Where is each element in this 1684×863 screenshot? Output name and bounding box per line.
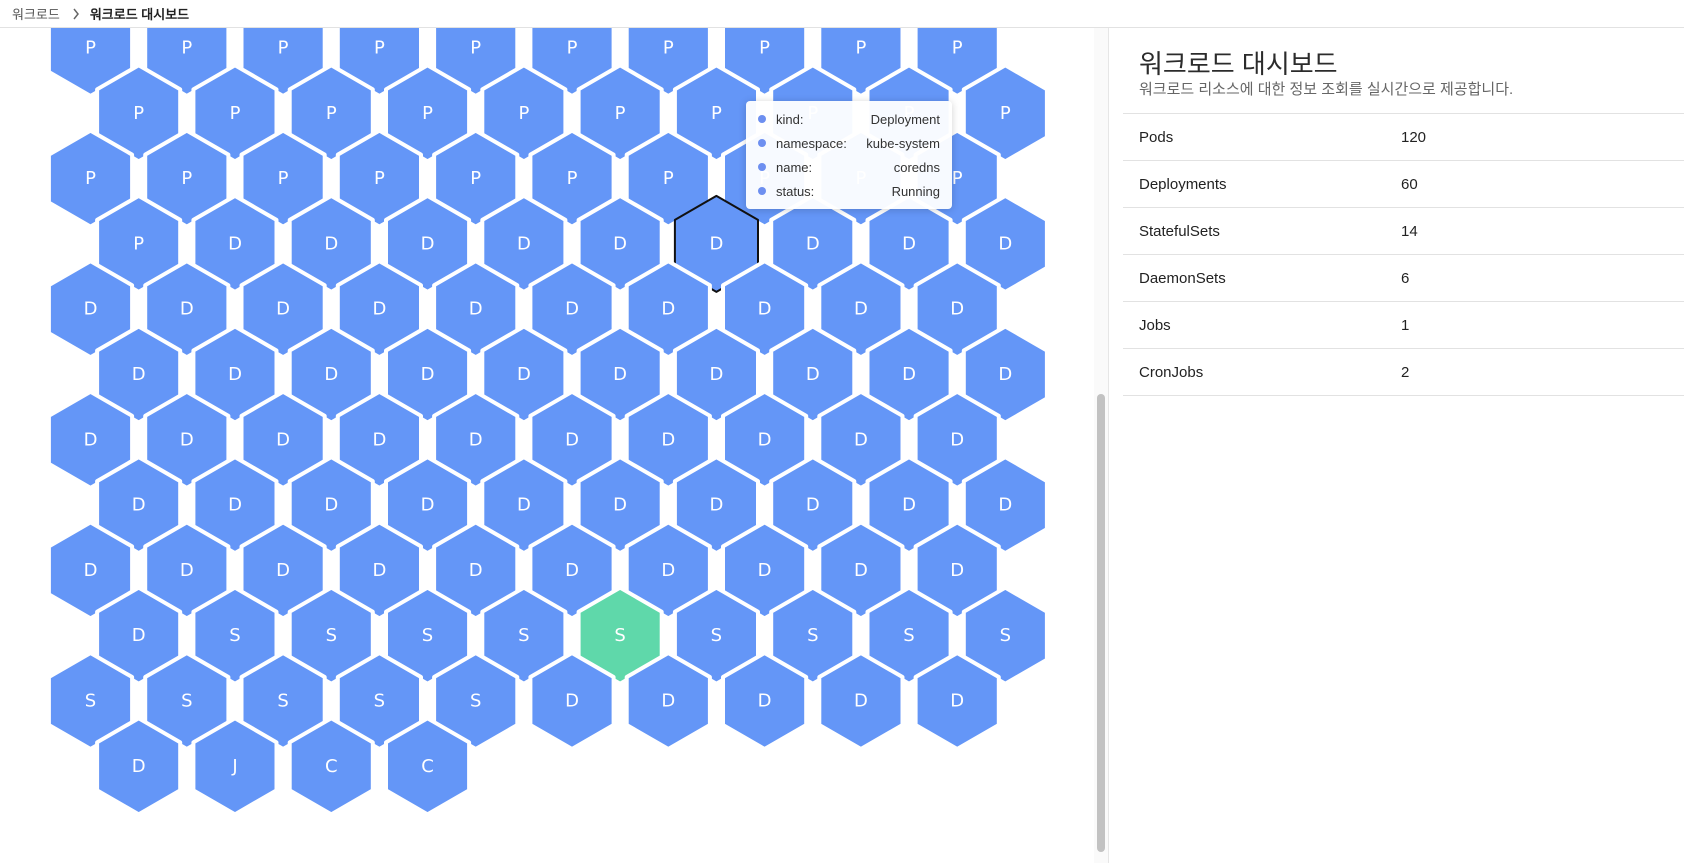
stat-row-daemonsets: DaemonSets 6 <box>1123 255 1684 302</box>
stat-row-statefulsets: StatefulSets 14 <box>1123 208 1684 255</box>
tooltip-value: Deployment <box>870 111 940 127</box>
stat-value: 2 <box>1401 363 1410 381</box>
tooltip-row-name: name: coredns <box>758 155 940 179</box>
chevron-right-icon <box>72 8 80 20</box>
stat-value: 1 <box>1401 316 1410 334</box>
tooltip-value: Running <box>891 183 940 199</box>
tooltip-dot-icon <box>758 139 766 147</box>
tooltip-dot-icon <box>758 115 766 123</box>
stat-value: 120 <box>1401 128 1427 146</box>
tooltip-dot-icon <box>758 163 766 171</box>
vertical-scrollbar[interactable] <box>1094 28 1108 863</box>
tooltip-row-status: status: Running <box>758 179 940 203</box>
breadcrumb: 워크로드 워크로드 대시보드 <box>0 0 1684 28</box>
tooltip-key: name: <box>776 159 813 175</box>
stat-value: 6 <box>1401 269 1410 287</box>
stat-label: StatefulSets <box>1139 222 1220 240</box>
resource-count-table: Pods 120 Deployments 60 StatefulSets 14 … <box>1123 113 1684 396</box>
tooltip-row-namespace: namespace: kube-system <box>758 131 940 155</box>
stat-value: 14 <box>1401 222 1418 240</box>
page-subtitle: 워크로드 리소스에 대한 정보 조회를 실시간으로 제공합니다. <box>1139 81 1514 98</box>
tooltip-value: kube-system <box>866 135 940 151</box>
stat-label: Jobs <box>1139 316 1171 334</box>
stat-row-deployments: Deployments 60 <box>1123 161 1684 208</box>
stat-row-pods: Pods 120 <box>1123 114 1684 161</box>
page-title: 워크로드 대시보드 <box>1139 49 1338 79</box>
stat-label: Pods <box>1139 128 1174 146</box>
stat-label: CronJobs <box>1139 363 1204 381</box>
stat-label: Deployments <box>1139 175 1227 193</box>
tooltip-value: coredns <box>893 159 940 175</box>
tooltip-dot-icon <box>758 187 766 195</box>
stat-value: 60 <box>1401 175 1418 193</box>
hex-tooltip: kind: Deployment namespace: kube-system … <box>746 101 952 209</box>
tooltip-key: status: <box>776 183 815 199</box>
breadcrumb-current: 워크로드 대시보드 <box>89 7 190 22</box>
stat-row-jobs: Jobs 1 <box>1123 302 1684 349</box>
scrollbar-thumb[interactable] <box>1097 394 1105 852</box>
stat-label: DaemonSets <box>1139 269 1226 287</box>
tooltip-key: kind: <box>776 111 804 127</box>
breadcrumb-parent-link[interactable]: 워크로드 <box>12 4 60 23</box>
stat-row-cronjobs: CronJobs 2 <box>1123 349 1684 396</box>
tooltip-row-kind: kind: Deployment <box>758 107 940 131</box>
tooltip-key: namespace: <box>776 135 847 151</box>
summary-panel: 워크로드 대시보드 워크로드 리소스에 대한 정보 조회를 실시간으로 제공합니… <box>1109 28 1684 863</box>
